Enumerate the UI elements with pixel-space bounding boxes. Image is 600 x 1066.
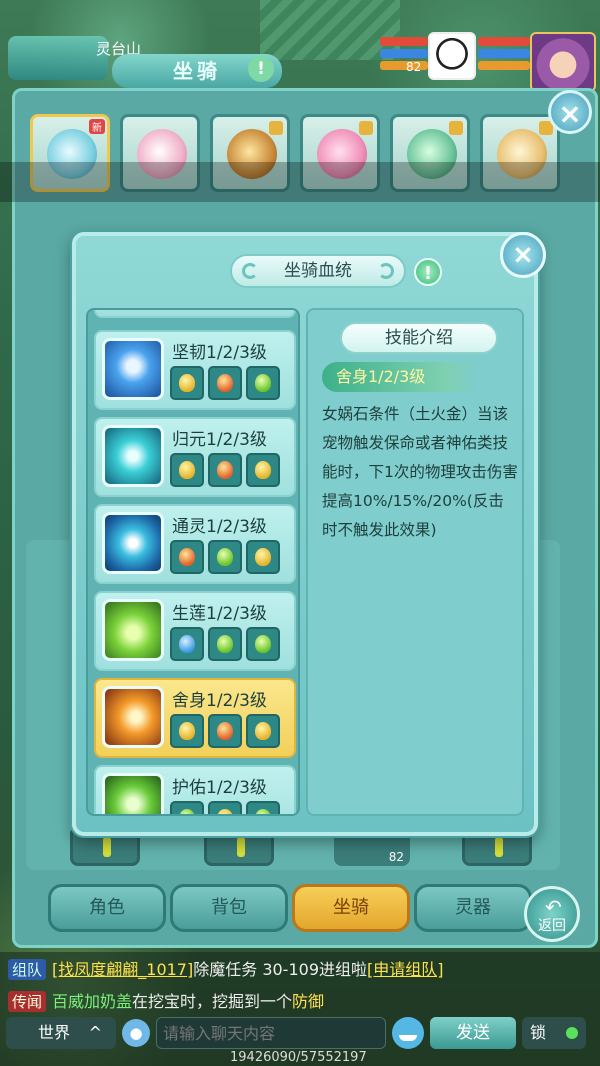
channel-tag-rumor: 传闻 — [8, 991, 47, 1012]
skill-card[interactable]: 通灵1/2/3级 — [94, 504, 296, 584]
pet-avatar[interactable] — [428, 32, 476, 80]
gem-icon — [208, 801, 242, 814]
chat-input-bar: 世界^ ● 发送 锁 — [0, 1014, 600, 1052]
chat-link[interactable]: [找凤度翩翩_1017] — [52, 960, 193, 979]
new-badge: 新 — [89, 119, 105, 134]
chat-text: 除魔任务 30-109进组啦 — [193, 960, 367, 979]
lock-icon — [359, 121, 373, 135]
chat-message: 组队 [找凤度翩翩_1017]除魔任务 30-109进组啦[申请组队] — [8, 956, 444, 980]
microphone-icon[interactable]: ● — [122, 1019, 150, 1047]
skill-list[interactable]: 坚韧1/2/3级 归元1/2/3级 通灵1/2/3级 生莲1/2/3级 舍身1/2/3级… — [86, 308, 300, 816]
gem-icon — [208, 714, 242, 748]
building-roof — [260, 0, 400, 60]
gem-icon — [208, 366, 242, 400]
experience-readout: 19426090/57552197 — [230, 1050, 367, 1065]
skill-card[interactable] — [94, 310, 296, 318]
chat-message: 传闻 百威加奶盖在挖宝时，挖掘到一个防御 — [8, 988, 324, 1012]
gem-slots — [170, 627, 280, 661]
shield-icon — [102, 773, 164, 814]
swirl-ornament-icon — [378, 263, 394, 279]
lotus-icon — [102, 599, 164, 661]
gem-icon — [246, 627, 280, 661]
skill-name: 护佑1/2/3级 — [172, 778, 267, 798]
gem-icon — [170, 714, 204, 748]
chat-input[interactable] — [156, 1017, 386, 1049]
gem-icon — [170, 801, 204, 814]
channel-select[interactable]: 世界 ^ — [6, 1017, 116, 1049]
skill-name: 生莲1/2/3级 — [172, 604, 267, 624]
skill-name: 坚韧1/2/3级 — [172, 343, 267, 363]
gem-slots — [170, 540, 280, 574]
skill-intro-header: 技能介绍 — [340, 322, 498, 354]
skill-card[interactable]: 坚韧1/2/3级 — [94, 330, 296, 410]
gem-icon — [208, 453, 242, 487]
guard-figure-icon — [102, 338, 164, 400]
gem-icon — [170, 627, 204, 661]
player-avatar[interactable] — [530, 32, 596, 92]
gem-icon — [208, 627, 242, 661]
send-button[interactable]: 发送 — [430, 1017, 516, 1049]
apply-team-link[interactable]: [申请组队] — [367, 960, 444, 979]
skill-description: 女娲石条件（土火金）当该宠物触发保命或者神佑类技能时，下1次的物理攻击伤害提高1… — [322, 405, 518, 539]
tab-mount[interactable]: 坐骑 — [292, 884, 410, 932]
back-label: 返回 — [538, 918, 566, 934]
bottom-tabs: 角色 背包 坐骑 灵器 — [48, 884, 532, 932]
back-arrow-icon: ↶ — [545, 895, 562, 919]
dialog-title: 坐骑血统 — [230, 254, 406, 288]
gem-icon — [246, 714, 280, 748]
minimap[interactable] — [8, 36, 108, 80]
lock-icon — [269, 121, 283, 135]
gem-icon — [170, 366, 204, 400]
gem-icon — [170, 540, 204, 574]
gem-icon — [170, 453, 204, 487]
skill-card[interactable]: 归元1/2/3级 — [94, 417, 296, 497]
gem-slots — [170, 714, 280, 748]
dialog-close-button[interactable]: × — [500, 232, 546, 278]
wave-icon — [102, 425, 164, 487]
gem-icon — [246, 366, 280, 400]
lock-icon — [449, 121, 463, 135]
skill-card[interactable]: 舍身1/2/3级 — [94, 678, 296, 758]
pet-level: 82 — [406, 60, 422, 74]
bloodline-help-icon[interactable]: ! — [414, 258, 442, 286]
tab-bag[interactable]: 背包 — [170, 884, 288, 932]
emoji-icon[interactable] — [392, 1017, 424, 1049]
chat-text: 在挖宝时，挖掘到一个 — [132, 992, 293, 1011]
gem-icon — [246, 453, 280, 487]
player-status-bars — [478, 34, 530, 78]
burst-icon — [102, 686, 164, 748]
tab-character[interactable]: 角色 — [48, 884, 166, 932]
mount-close-button[interactable]: × — [548, 90, 592, 134]
gem-icon — [246, 540, 280, 574]
vortex-icon — [102, 512, 164, 574]
channel-tag-team: 组队 — [8, 959, 47, 980]
lock-toggle[interactable]: 锁 — [522, 1017, 586, 1049]
item-link[interactable]: 防御 — [292, 992, 324, 1011]
back-button[interactable]: ↶ 返回 — [524, 886, 580, 942]
skill-name: 通灵1/2/3级 — [172, 517, 267, 537]
gem-icon — [208, 540, 242, 574]
tab-artifact[interactable]: 灵器 — [414, 884, 532, 932]
gem-slots — [170, 453, 280, 487]
gem-slots — [170, 801, 280, 814]
swirl-ornament-icon — [242, 263, 258, 279]
skill-name: 归元1/2/3级 — [172, 430, 267, 450]
skill-card[interactable]: 生莲1/2/3级 — [94, 591, 296, 671]
caret-up-icon: ^ — [88, 1023, 102, 1042]
skill-name: 舍身1/2/3级 — [172, 691, 267, 711]
skill-card[interactable]: 护佑1/2/3级 — [94, 765, 296, 814]
player-name[interactable]: 百威加奶盖 — [52, 992, 132, 1011]
overlay-band — [0, 162, 600, 202]
gem-slots — [170, 366, 280, 400]
gem-icon — [246, 801, 280, 814]
mount-help-icon[interactable]: ! — [248, 56, 274, 82]
selected-skill-name: 舍身1/2/3级 — [322, 362, 476, 392]
